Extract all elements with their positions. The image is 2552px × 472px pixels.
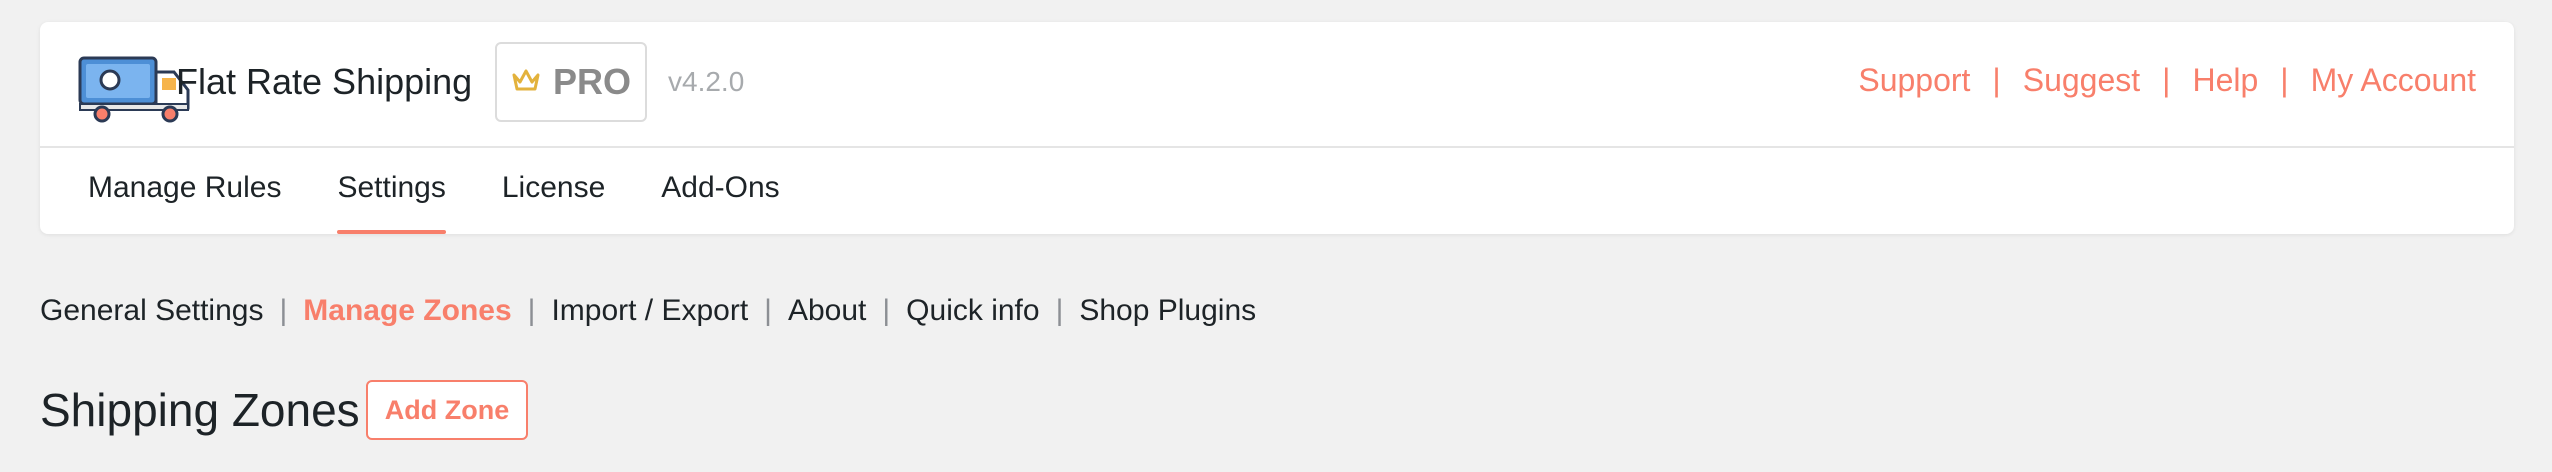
plugin-header-card: Flat Rate Shipping PRO v4.2.0 Support | … bbox=[40, 22, 2514, 234]
subnav-import-export[interactable]: Import / Export bbox=[551, 294, 748, 328]
page: Flat Rate Shipping PRO v4.2.0 Support | … bbox=[0, 0, 2552, 472]
support-link[interactable]: Support bbox=[1858, 62, 1970, 99]
subnav-about[interactable]: About bbox=[788, 294, 866, 328]
plugin-header: Flat Rate Shipping PRO v4.2.0 Support | … bbox=[40, 22, 2514, 148]
subnav-shop-plugins[interactable]: Shop Plugins bbox=[1079, 294, 1256, 328]
crown-icon bbox=[511, 67, 541, 98]
page-title: Shipping Zones bbox=[40, 384, 360, 436]
pro-badge[interactable]: PRO bbox=[495, 42, 647, 122]
subnav-separator: | bbox=[764, 294, 772, 327]
header-links: Support | Suggest | Help | My Account bbox=[1858, 62, 2476, 99]
subnav-general-settings[interactable]: General Settings bbox=[40, 294, 263, 328]
tab-add-ons[interactable]: Add-Ons bbox=[661, 148, 779, 234]
my-account-link[interactable]: My Account bbox=[2311, 62, 2476, 99]
tab-manage-rules[interactable]: Manage Rules bbox=[88, 148, 281, 234]
plugin-title: Flat Rate Shipping bbox=[176, 61, 473, 102]
link-separator: | bbox=[2162, 62, 2171, 98]
subnav-separator: | bbox=[882, 294, 891, 327]
main-tabs: Manage Rules Settings License Add-Ons bbox=[40, 148, 836, 234]
link-separator: | bbox=[1992, 62, 2001, 98]
tab-license[interactable]: License bbox=[502, 148, 605, 234]
pro-label: PRO bbox=[552, 61, 631, 102]
subnav-separator: | bbox=[527, 294, 536, 327]
help-link[interactable]: Help bbox=[2192, 62, 2258, 99]
settings-subnav: General Settings | Manage Zones | Import… bbox=[40, 294, 1256, 328]
subnav-manage-zones[interactable]: Manage Zones bbox=[303, 294, 511, 328]
link-separator: | bbox=[2280, 62, 2289, 98]
add-zone-button[interactable]: Add Zone bbox=[366, 380, 528, 440]
tab-settings[interactable]: Settings bbox=[337, 148, 447, 234]
subnav-quick-info[interactable]: Quick info bbox=[906, 294, 1039, 328]
version-label: v4.2.0 bbox=[668, 66, 745, 97]
subnav-separator: | bbox=[1055, 294, 1064, 327]
subnav-separator: | bbox=[279, 294, 288, 327]
suggest-link[interactable]: Suggest bbox=[2023, 62, 2140, 99]
